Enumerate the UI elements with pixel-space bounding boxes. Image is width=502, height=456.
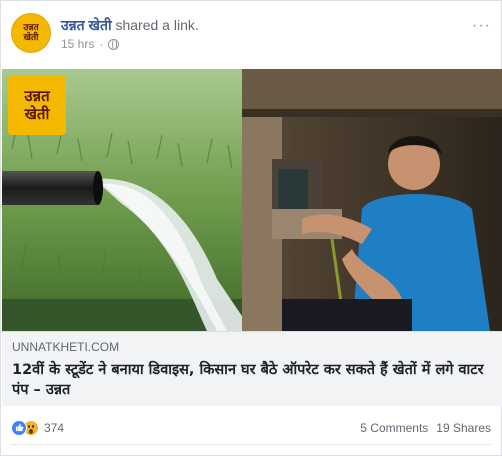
post-timestamp[interactable]: 15 hrs [61,37,94,51]
avatar-text-2: खेती [23,33,39,43]
action-text: shared a link. [115,17,199,33]
engagement-bar: 374 5 Comments 19 Shares [11,411,491,445]
brand-logo-badge: उन्नत खेती [8,75,66,135]
post-stats: 5 Comments 19 Shares [360,421,491,435]
more-options-icon[interactable]: ··· [472,17,491,35]
globe-icon[interactable] [108,38,120,50]
link-image[interactable]: उन्नत खेती [2,69,502,331]
post-header: उन्नत खेती उन्नत खेती shared a link. 15 … [11,13,491,61]
reaction-count[interactable]: 374 [44,421,64,435]
logo-text-2: खेती [24,105,50,123]
post-card: उन्नत खेती उन्नत खेती shared a link. 15 … [0,0,502,456]
link-preview[interactable]: UNNATKHETI.COM 12वीं के स्टूडेंट ने बनाय… [2,331,502,406]
avatar-text-1: उन्नत [23,23,39,33]
post-meta: उन्नत खेती shared a link. 15 hrs · [61,17,199,51]
link-domain: UNNATKHETI.COM [12,340,120,354]
page-name-link[interactable]: उन्नत खेती [61,17,112,33]
comments-count-link[interactable]: 5 Comments [360,421,428,435]
like-icon [11,419,27,436]
logo-text-1: उन्नत [24,87,50,105]
reactions-summary[interactable]: 374 [11,419,64,436]
link-headline[interactable]: 12वीं के स्टूडेंट ने बनाया डिवाइस, किसान… [12,360,492,400]
shares-count-link[interactable]: 19 Shares [436,421,491,435]
image-illustration [2,69,502,331]
page-avatar[interactable]: उन्नत खेती [11,13,51,53]
